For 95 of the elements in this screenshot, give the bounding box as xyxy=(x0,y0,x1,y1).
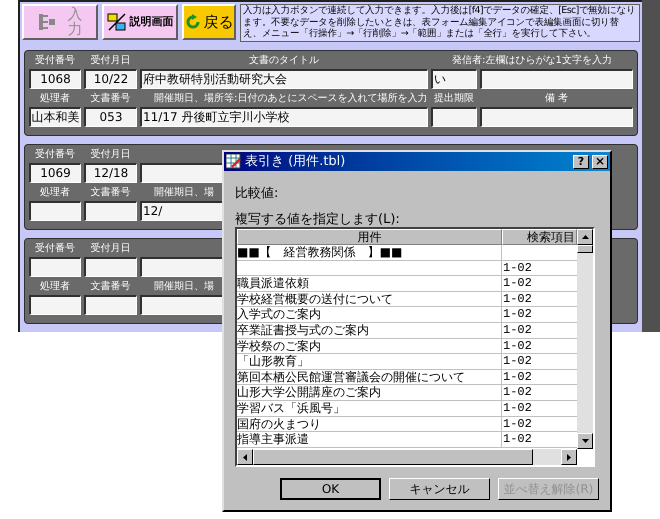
table-cell[interactable]: 1-02 xyxy=(503,432,532,446)
table-cell[interactable]: ■■【 経営教務関係 】■■ xyxy=(237,245,402,259)
input-field[interactable] xyxy=(29,295,81,315)
input-field[interactable]: 1068 xyxy=(29,69,81,89)
table-cell[interactable]: 学校経営概要の送付について xyxy=(237,292,393,306)
table-cell[interactable]: 1-02 xyxy=(503,385,532,400)
field-value: 1069 xyxy=(40,166,71,180)
list-label: 複写する値を指定します(L): xyxy=(235,212,400,227)
down-arrow-icon xyxy=(582,439,588,443)
input-field[interactable]: 053 xyxy=(84,107,137,127)
vertical-scrollbar[interactable] xyxy=(577,229,593,449)
input-field[interactable] xyxy=(480,69,633,89)
field-value: 11/17 丹後町立宇川小学校 xyxy=(143,110,290,124)
input-field[interactable] xyxy=(84,295,137,315)
table-cell[interactable]: 山形大学公開講座のご案内 xyxy=(237,385,381,400)
compare-label: 比較値: xyxy=(235,186,278,201)
table-cell[interactable]: 1-02 xyxy=(503,400,532,415)
dialog-button[interactable]: OK xyxy=(280,478,381,500)
field-label: 文書番号 xyxy=(90,93,130,104)
left-arrow-icon xyxy=(243,454,247,460)
field-value: 12/ xyxy=(143,204,162,218)
input-field[interactable] xyxy=(84,201,137,221)
scroll-thumb[interactable] xyxy=(253,449,533,465)
horizontal-scrollbar[interactable] xyxy=(237,449,577,465)
table-cell[interactable]: 1-02 xyxy=(503,322,532,337)
help-text: 入力は入力ボタンで連続して入力できます。入力後は[f4]でデータの確定、[Esc]で無効になります。不要なデータを削除したいときは、表フォーム編集アイコンで表編集画面に切り替え、メニュー「行操作」→「行削除」→「範囲」または「全行」を実行して下さい。 xyxy=(240,4,640,42)
field-label: 開催期日、場 xyxy=(154,187,214,198)
input-field[interactable] xyxy=(480,107,633,127)
field-label: 受付月日 xyxy=(90,243,130,254)
field-value: い xyxy=(434,72,446,86)
input-field[interactable] xyxy=(29,201,81,221)
table-cell[interactable]: 1-02 xyxy=(503,354,532,368)
field-label: 備 考 xyxy=(544,93,568,104)
table-cell[interactable]: 1-02 xyxy=(503,276,532,290)
input-field[interactable] xyxy=(84,257,137,277)
field-label: 処理者 xyxy=(40,187,70,198)
dialog-title: 表引き (用件.tbl) xyxy=(245,152,346,171)
field-label: 文書のタイトル xyxy=(249,55,319,66)
help-button[interactable]: ? xyxy=(573,154,589,168)
input-field[interactable]: 府中教研特別活動研究大会 xyxy=(140,69,428,89)
scroll-up-button[interactable] xyxy=(577,229,593,245)
right-arrow-icon xyxy=(567,454,571,460)
table-cell[interactable]: 1-02 xyxy=(503,370,532,384)
table-cell[interactable]: 「山形教育」 xyxy=(237,354,309,368)
field-label: 文書番号 xyxy=(90,281,130,292)
table-cell[interactable]: 卒業証書授与式のご案内 xyxy=(237,322,369,337)
up-arrow-icon xyxy=(582,235,588,239)
table-cell[interactable]: 1-02 xyxy=(503,416,532,431)
column-header[interactable]: 検索項目 xyxy=(502,229,577,245)
scroll-left-button[interactable] xyxy=(237,449,253,465)
field-value: 1068 xyxy=(40,72,71,86)
field-label: 受付月日 xyxy=(90,55,130,66)
field-label: 処理者 xyxy=(40,93,70,104)
field-label: 受付番号 xyxy=(35,243,75,254)
table-cell[interactable]: 学習バス「浜風号」 xyxy=(237,400,345,415)
field-value: 12/18 xyxy=(94,166,128,180)
field-value: 府中教研特別活動研究大会 xyxy=(143,72,287,86)
input-field[interactable]: 12/18 xyxy=(84,163,137,183)
table-cell[interactable]: 国府の火まつり xyxy=(237,416,321,431)
table-cell[interactable]: 入学式のご案内 xyxy=(237,307,321,322)
field-value: 10/22 xyxy=(94,72,128,86)
input-field[interactable]: 11/17 丹後町立宇川小学校 xyxy=(140,107,428,127)
input-field[interactable]: い xyxy=(431,69,477,89)
field-label: 処理者 xyxy=(40,281,70,292)
help-screen-button[interactable]: 説明画面 xyxy=(102,4,178,40)
back-button[interactable]: 戻る xyxy=(182,4,236,40)
table-cell[interactable]: 学校祭のご案内 xyxy=(237,338,321,353)
field-label: 受付番号 xyxy=(35,55,75,66)
table-cell[interactable]: 職員派遣依頼 xyxy=(237,276,309,290)
table-cell[interactable]: 1-02 xyxy=(503,292,532,306)
field-label: 開催期日、場所等:日付のあとにスペースを入れて場所を入力 xyxy=(154,93,428,104)
table-cell[interactable]: 1-02 xyxy=(503,260,532,275)
field-value: 053 xyxy=(100,110,122,124)
close-button[interactable]: × xyxy=(592,154,608,168)
input-field[interactable] xyxy=(431,107,477,127)
table-cell[interactable]: 指導主事派遣 xyxy=(237,432,309,446)
table-cell[interactable]: 第回本栖公民館運営審議会の開催について xyxy=(237,370,465,384)
table-cell[interactable]: 1-02 xyxy=(503,338,532,353)
field-label: 文書番号 xyxy=(90,187,130,198)
field-label: 開催期日、場 xyxy=(154,281,214,292)
input-field[interactable]: 10/22 xyxy=(84,69,137,89)
input-field[interactable]: 1069 xyxy=(29,163,81,183)
field-label: 受付月日 xyxy=(90,149,130,160)
dialog-button[interactable]: キャンセル xyxy=(389,478,490,500)
field-label: 提出期限 xyxy=(434,93,474,104)
refresh-icon xyxy=(184,14,200,30)
scroll-down-button[interactable] xyxy=(577,433,593,449)
column-header[interactable]: 用件 xyxy=(237,229,502,245)
field-label: 発信者:左欄はひらがな1文字を入力 xyxy=(451,54,613,68)
table-cell[interactable]: 1-02 xyxy=(503,307,532,322)
field-label: 受付番号 xyxy=(35,149,75,160)
scroll-thumb[interactable] xyxy=(577,245,593,253)
table-icon xyxy=(226,154,242,169)
input-field[interactable] xyxy=(29,257,81,277)
scroll-right-button[interactable] xyxy=(561,449,577,465)
